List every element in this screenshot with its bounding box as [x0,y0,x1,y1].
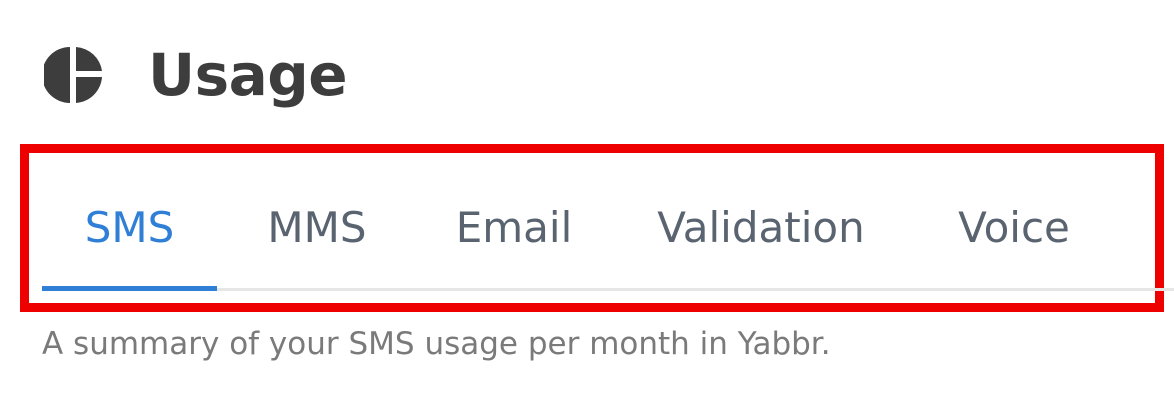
page-header: Usage [44,30,348,120]
tab-validation[interactable]: Validation [611,166,911,288]
tab-email[interactable]: Email [417,166,611,288]
pie-chart-icon [44,45,104,105]
tab-voice[interactable]: Voice [911,166,1117,288]
tab-mms[interactable]: MMS [217,166,417,288]
tab-sms[interactable]: SMS [42,166,217,291]
tab-bar: SMS MMS Email Validation Voice [42,166,1174,291]
page-title: Usage [148,41,348,109]
summary-text: A summary of your SMS usage per month in… [42,326,831,362]
